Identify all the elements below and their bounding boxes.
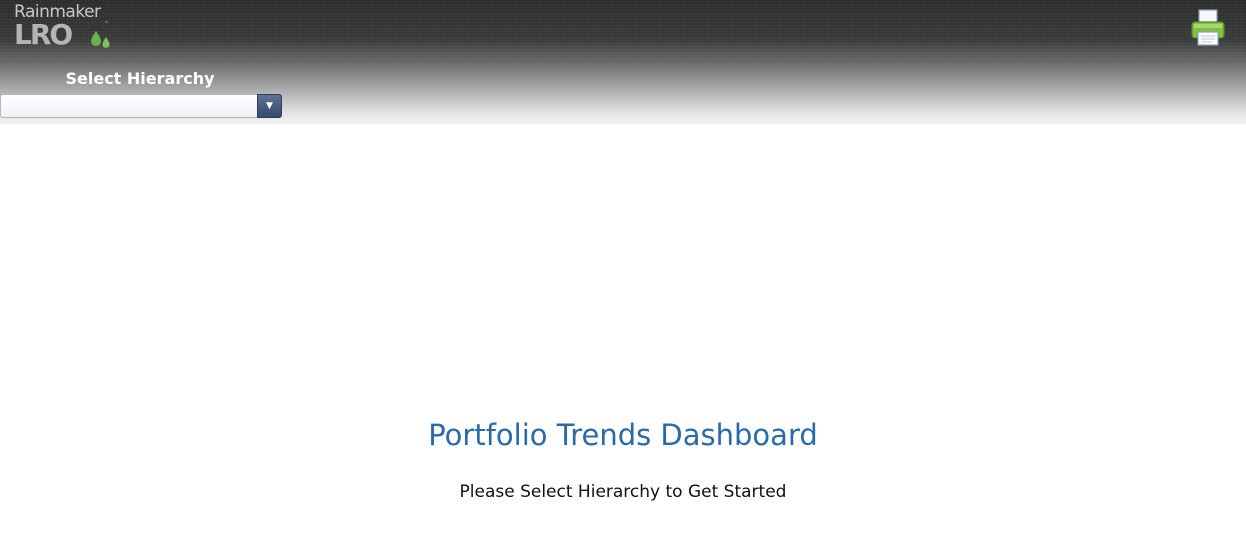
rainmaker-lro-logo: Rainmaker LRO ™ (14, 3, 114, 51)
dropdown-arrow-button[interactable]: ▼ (257, 94, 282, 118)
chevron-down-icon: ▼ (266, 101, 273, 111)
select-hierarchy-label: Select Hierarchy (65, 69, 215, 88)
printer-icon-graphic (1191, 9, 1225, 46)
page-title: Portfolio Trends Dashboard (428, 418, 818, 452)
header-texture (0, 0, 1246, 60)
get-started-prompt: Please Select Hierarchy to Get Started (459, 482, 787, 502)
header-bar: Rainmaker LRO ™ Select Hierarchy ▼ (0, 0, 1246, 124)
logo-text-lro: LRO (14, 18, 73, 51)
hierarchy-dropdown[interactable]: ▼ (0, 94, 282, 118)
printer-icon[interactable] (1190, 8, 1226, 48)
water-drops-icon (91, 31, 110, 48)
